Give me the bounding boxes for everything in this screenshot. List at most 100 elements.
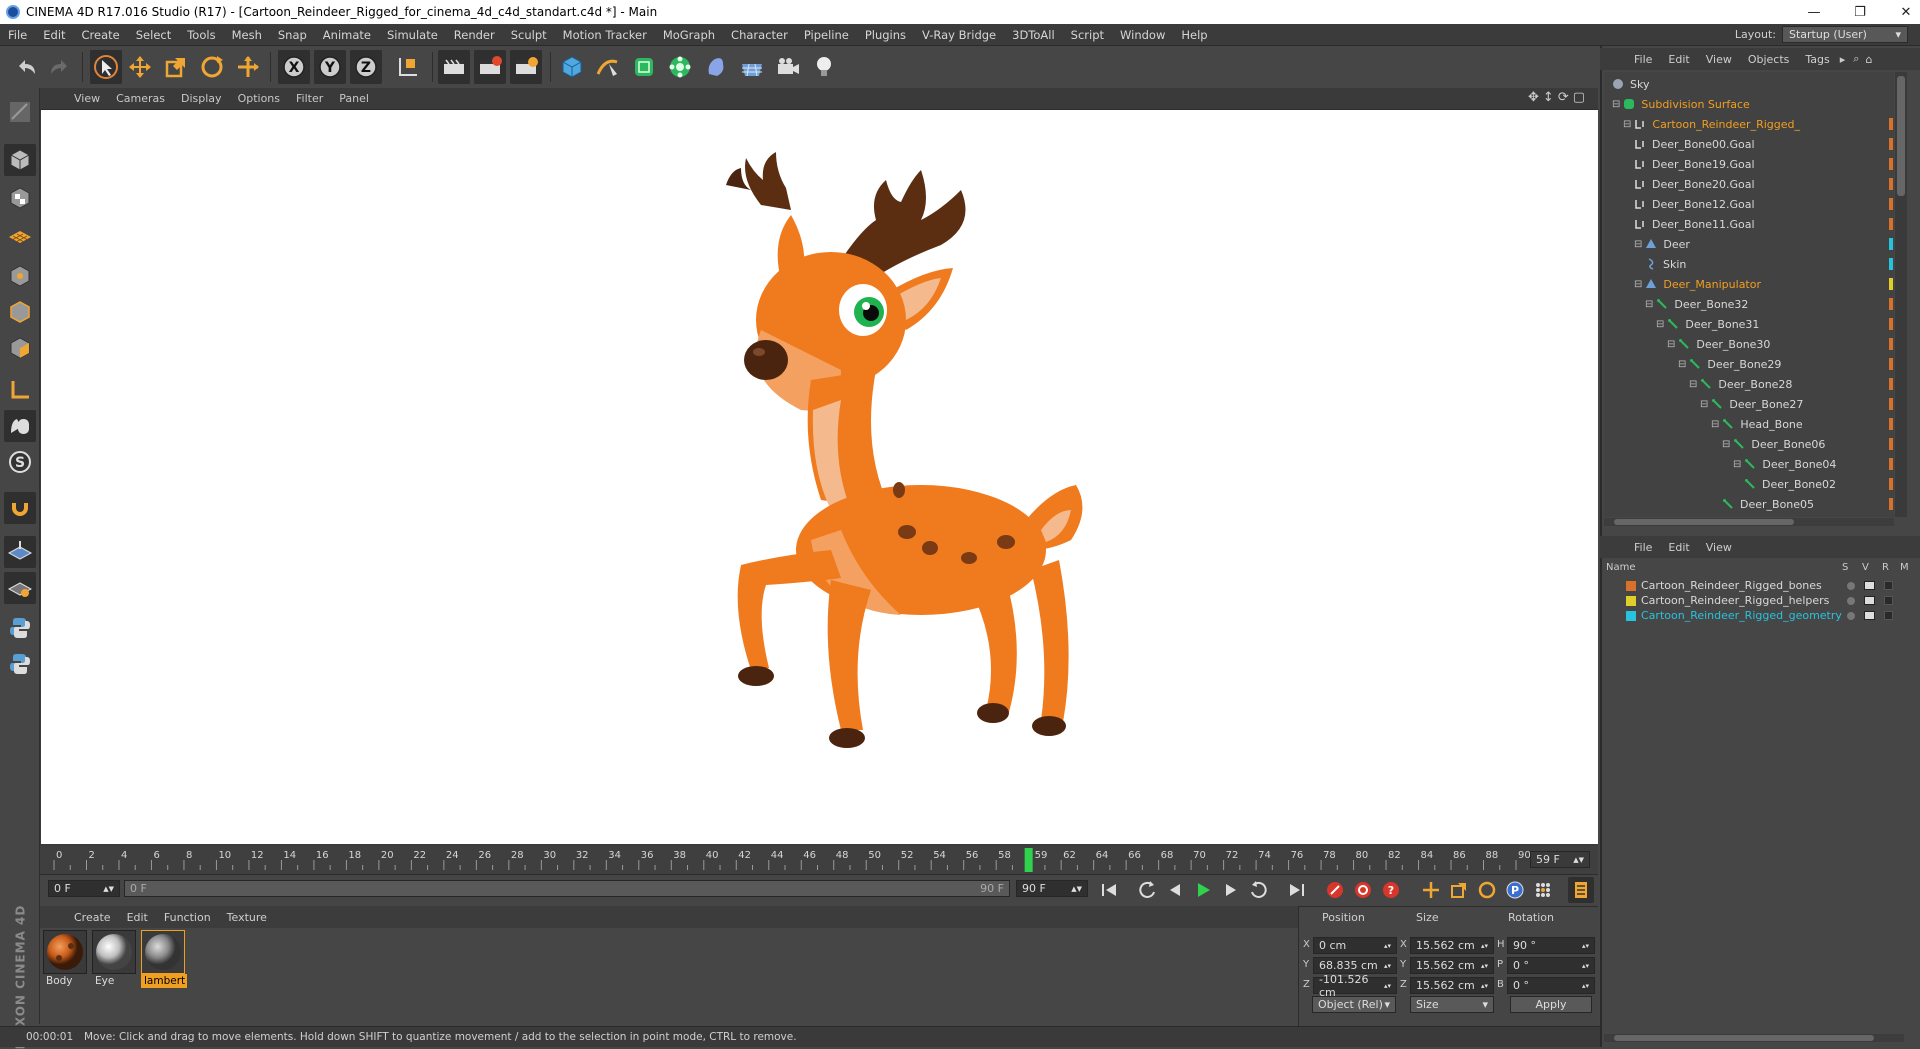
workplane-mode-icon[interactable]	[4, 218, 36, 250]
object-menu-edit[interactable]: Edit	[1660, 53, 1697, 66]
polygons-mode-icon[interactable]	[4, 332, 36, 364]
object-row[interactable]: Deer_Bone05	[1604, 494, 1894, 514]
go-to-start-icon[interactable]	[1096, 877, 1122, 903]
size-y-field[interactable]: 15.562 cm ▴▾	[1410, 957, 1494, 974]
make-editable-icon[interactable]	[4, 96, 36, 128]
layer-menu-file[interactable]: File	[1626, 541, 1660, 554]
collapse-icon[interactable]: ⊟	[1645, 299, 1653, 310]
collapse-icon[interactable]: ⊟	[1733, 459, 1741, 470]
collapse-icon[interactable]: ⊟	[1667, 339, 1675, 350]
texture-mode-icon[interactable]	[4, 182, 36, 214]
layer-menu-view[interactable]: View	[1698, 541, 1740, 554]
material-eye[interactable]: Eye	[92, 930, 138, 990]
object-menu-view[interactable]: View	[1698, 53, 1740, 66]
timeline-ruler[interactable]: 0 2 4 6 8 10 12 14 16 18 20 22 24 26 28 30 32 34 36 38 40 42 4…	[40, 846, 1598, 874]
layer-row[interactable]: Cartoon_Reindeer_Rigged_bones	[1604, 578, 1904, 593]
size-mode-dropdown[interactable]: Size ▾	[1410, 996, 1494, 1013]
key-scale-icon[interactable]	[1446, 877, 1472, 903]
object-row[interactable]: ⊟ Deer_Manipulator	[1604, 274, 1894, 294]
cube-primitive-icon[interactable]	[556, 50, 588, 84]
current-frame-field[interactable]: 59 F ▲▼	[1530, 851, 1590, 868]
object-row[interactable]: Deer_Bone11.Goal	[1604, 214, 1894, 234]
object-row[interactable]: Deer_Bone12.Goal	[1604, 194, 1894, 214]
solo-toggle-icon[interactable]	[1847, 596, 1855, 605]
render-toggle-icon[interactable]	[1884, 611, 1893, 620]
keyframe-selection-icon[interactable]: ?	[1378, 877, 1404, 903]
object-row[interactable]: ⊟ Subdivision Surface	[1604, 94, 1894, 114]
solo-toggle-icon[interactable]	[1847, 581, 1855, 590]
menu-script[interactable]: Script	[1063, 28, 1112, 42]
menu-mograph[interactable]: MoGraph	[655, 28, 723, 42]
layer-row[interactable]: Cartoon_Reindeer_Rigged_geometry	[1604, 608, 1904, 623]
material-lambert[interactable]: lambert	[141, 930, 187, 990]
snapping-icon[interactable]: S	[4, 446, 36, 478]
material-menu-create[interactable]: Create	[66, 911, 119, 924]
spline-pen-icon[interactable]	[592, 50, 624, 84]
menu-snap[interactable]: Snap	[270, 28, 315, 42]
collapse-icon[interactable]: ⊟	[1722, 439, 1730, 450]
object-row[interactable]: ⊟ Deer_Bone29	[1604, 354, 1894, 374]
layer-row[interactable]: Cartoon_Reindeer_Rigged_helpers	[1604, 593, 1904, 608]
collapse-icon[interactable]: ⊟	[1689, 379, 1697, 390]
apply-button[interactable]: Apply	[1510, 996, 1592, 1013]
key-parameter-icon[interactable]: P	[1502, 877, 1528, 903]
viewport-menu-cameras[interactable]: Cameras	[108, 92, 173, 105]
object-row[interactable]: ⊟ Deer_Bone31	[1604, 314, 1894, 334]
menu-character[interactable]: Character	[723, 28, 796, 42]
size-z-field[interactable]: 15.562 cm ▴▾	[1410, 977, 1494, 994]
collapse-icon[interactable]: ⊟	[1634, 279, 1642, 290]
go-to-next-key-icon[interactable]	[1246, 877, 1272, 903]
object-row[interactable]: ⊟ Deer_Bone32	[1604, 294, 1894, 314]
menu-pipeline[interactable]: Pipeline	[796, 28, 857, 42]
menu-render[interactable]: Render	[446, 28, 503, 42]
collapse-icon[interactable]: ⊟	[1700, 399, 1708, 410]
z-axis-lock-icon[interactable]: Z	[350, 50, 382, 84]
menu-motion-tracker[interactable]: Motion Tracker	[555, 28, 655, 42]
object-row[interactable]: Deer_Bone19.Goal	[1604, 154, 1894, 174]
collapse-icon[interactable]: ⊟	[1634, 239, 1642, 250]
magnet-icon[interactable]	[4, 492, 36, 524]
visibility-eye-icon[interactable]	[1864, 596, 1875, 605]
viewport-menu-display[interactable]: Display	[173, 92, 230, 105]
object-row[interactable]: Skin	[1604, 254, 1894, 274]
menu-window[interactable]: Window	[1112, 28, 1173, 42]
object-row[interactable]: ⊟ Deer_Bone04	[1604, 454, 1894, 474]
menu-help[interactable]: Help	[1173, 28, 1215, 42]
maximize-view-icon[interactable]: ▢	[1573, 90, 1585, 108]
object-hscrollbar[interactable]	[1604, 518, 1894, 526]
deformer-icon[interactable]	[700, 50, 732, 84]
menu-tools[interactable]: Tools	[179, 28, 223, 42]
3d-viewport[interactable]	[41, 110, 1598, 844]
minimize-icon[interactable]: —	[1792, 0, 1836, 24]
undo-icon[interactable]	[10, 50, 42, 84]
go-to-previous-frame-icon[interactable]	[1162, 877, 1188, 903]
object-row[interactable]: ⊟ Deer_Bone30	[1604, 334, 1894, 354]
menu-mesh[interactable]: Mesh	[224, 28, 270, 42]
rotation-b-field[interactable]: 0 ° ▴▾	[1507, 977, 1595, 994]
object-menu-objects[interactable]: Objects	[1740, 53, 1798, 66]
menu-edit[interactable]: Edit	[35, 28, 73, 42]
collapse-icon[interactable]: ⊟	[1656, 319, 1664, 330]
render-toggle-icon[interactable]	[1884, 581, 1893, 590]
key-position-icon[interactable]	[1418, 877, 1444, 903]
tweak-mode-icon[interactable]	[4, 410, 36, 442]
model-mode-icon[interactable]	[4, 144, 36, 176]
scale-tool-icon[interactable]	[160, 50, 192, 84]
subdivision-surface-icon[interactable]	[628, 50, 660, 84]
layer-color-swatch[interactable]	[1626, 610, 1636, 621]
menu-vray-bridge[interactable]: V-Ray Bridge	[914, 28, 1004, 42]
object-row[interactable]: ⊟ Deer_Bone06	[1604, 434, 1894, 454]
material-body[interactable]: Body	[43, 930, 89, 990]
light-icon[interactable]	[808, 50, 840, 84]
redo-icon[interactable]	[44, 50, 76, 84]
go-to-previous-key-icon[interactable]	[1134, 877, 1160, 903]
material-menu-edit[interactable]: Edit	[119, 911, 156, 924]
timeline-layout-icon[interactable]	[1568, 877, 1594, 903]
workplane-icon[interactable]	[4, 536, 36, 568]
rotation-h-field[interactable]: 90 ° ▴▾	[1507, 937, 1595, 954]
floor-object-icon[interactable]	[736, 50, 768, 84]
autokeying-icon[interactable]	[1350, 877, 1376, 903]
position-z-field[interactable]: -101.526 cm ▴▾	[1313, 973, 1397, 999]
end-frame-field[interactable]: 90 F ▲▼	[1016, 880, 1088, 897]
coordinate-mode-dropdown[interactable]: Object (Rel) ▾	[1312, 996, 1396, 1013]
